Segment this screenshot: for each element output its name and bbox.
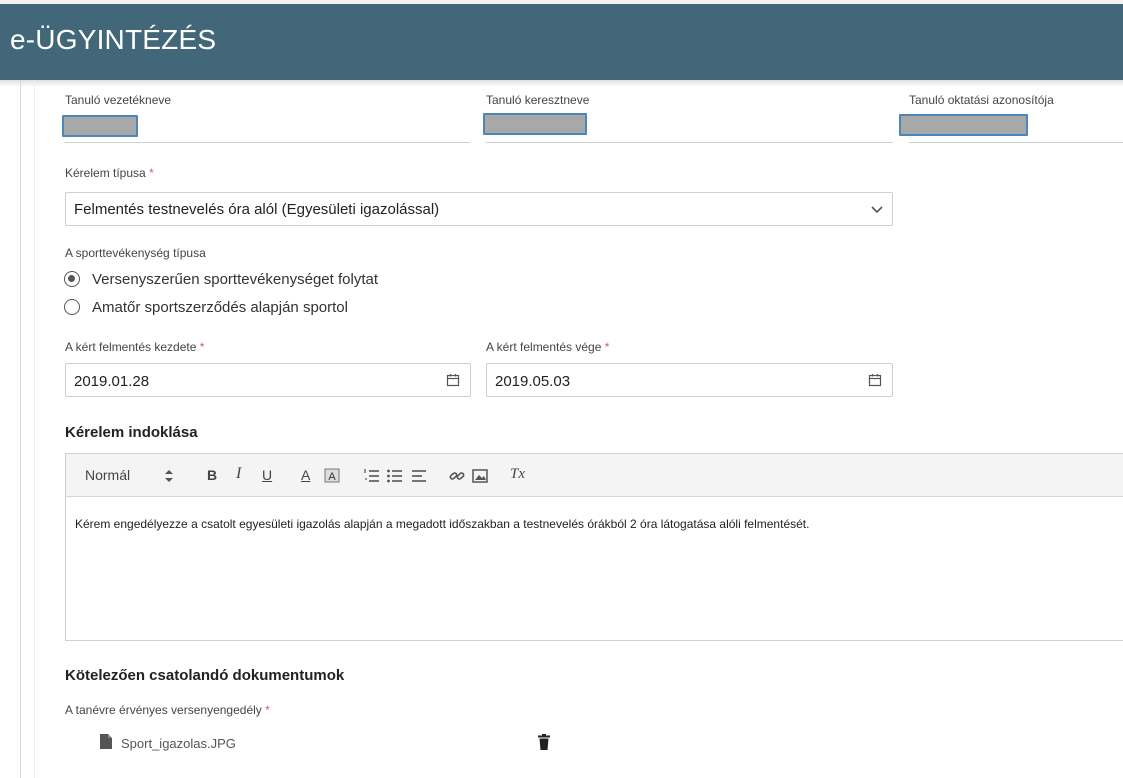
align-icon[interactable] (410, 467, 428, 485)
underline-button[interactable]: U (262, 467, 272, 483)
student-id-redacted[interactable] (899, 114, 1028, 136)
last-name-underline (65, 142, 470, 143)
license-label-text: A tanévre érvényes versenyengedély (65, 703, 262, 717)
documents-title: Kötelezően csatolandó dokumentumok (65, 667, 345, 684)
left-rail (20, 80, 21, 778)
last-name-redacted[interactable] (62, 115, 138, 137)
sport-type-option-label: Amatőr sportszerződés alapján sportol (92, 298, 348, 316)
justification-title: Kérelem indoklása (65, 424, 198, 441)
request-type-label: Kérelem típusa * (65, 166, 154, 180)
sport-type-option-amateur[interactable]: Amatőr sportszerződés alapján sportol (64, 296, 348, 318)
first-name-redacted[interactable] (483, 113, 587, 135)
radio-selected-icon[interactable] (64, 271, 80, 287)
start-date-label: A kért felmentés kezdete * (65, 340, 204, 354)
header-shadow (0, 80, 1123, 87)
first-name-label: Tanuló keresztneve (486, 93, 590, 107)
link-icon[interactable] (448, 467, 466, 485)
student-id-label: Tanuló oktatási azonosítója (909, 93, 1054, 107)
end-date-value: 2019.05.03 (495, 373, 571, 390)
file-icon (100, 734, 112, 749)
format-stepper-icon[interactable] (164, 469, 174, 483)
calendar-icon[interactable] (446, 373, 460, 387)
end-date-label: A kért felmentés vége * (486, 340, 609, 354)
clear-format-button[interactable]: Tx (510, 466, 525, 483)
request-type-select[interactable]: Felmentés testnevelés óra alól (Egyesüle… (65, 192, 893, 226)
sport-type-label: A sporttevékenység típusa (65, 246, 206, 260)
end-date-label-text: A kért felmentés vége (486, 340, 602, 354)
svg-text:A: A (328, 471, 336, 483)
image-icon[interactable] (471, 467, 489, 485)
app-header: e-ÜGYINTÉZÉS (0, 0, 1123, 80)
editor-toolbar: Normál B I U A A Tx (66, 454, 1123, 497)
justification-text[interactable]: Kérem engedélyezze a csatolt egyesületi … (75, 516, 895, 532)
format-select[interactable]: Normál (85, 467, 130, 483)
trash-icon[interactable] (538, 734, 550, 750)
chevron-down-icon (871, 206, 883, 214)
first-name-underline (486, 142, 893, 143)
required-mark: * (265, 703, 270, 717)
required-mark: * (604, 340, 610, 354)
sport-type-option-competitive[interactable]: Versenyszerűen sporttevékenységet folyta… (64, 268, 378, 290)
bullet-list-icon[interactable] (386, 467, 404, 485)
start-date-label-text: A kért felmentés kezdete (65, 340, 197, 354)
required-mark: * (149, 166, 154, 180)
left-rail-inner (34, 80, 35, 778)
background-color-icon[interactable]: A (324, 467, 342, 485)
start-date-value: 2019.01.28 (74, 373, 150, 390)
italic-button[interactable]: I (236, 465, 241, 483)
end-date-input[interactable]: 2019.05.03 (486, 363, 893, 397)
last-name-label: Tanuló vezetékneve (65, 93, 172, 107)
request-type-value: Felmentés testnevelés óra alól (Egyesüle… (74, 201, 440, 218)
bold-button[interactable]: B (207, 467, 217, 483)
font-color-button[interactable]: A (301, 467, 310, 483)
ordered-list-icon[interactable] (363, 467, 381, 485)
app-title: e-ÜGYINTÉZÉS (10, 24, 217, 55)
required-mark: * (199, 340, 205, 354)
sport-type-option-label: Versenyszerűen sporttevékenységet folyta… (92, 270, 378, 288)
calendar-icon[interactable] (868, 373, 882, 387)
justification-editor[interactable]: Normál B I U A A Tx Kérem engedélyezze a… (65, 453, 1123, 641)
radio-unselected-icon[interactable] (64, 299, 80, 315)
start-date-input[interactable]: 2019.01.28 (65, 363, 471, 397)
attached-file-name[interactable]: Sport_igazolas.JPG (121, 736, 236, 751)
request-type-label-text: Kérelem típusa (65, 166, 146, 180)
student-id-underline (909, 142, 1123, 143)
license-label: A tanévre érvényes versenyengedély * (65, 703, 270, 717)
